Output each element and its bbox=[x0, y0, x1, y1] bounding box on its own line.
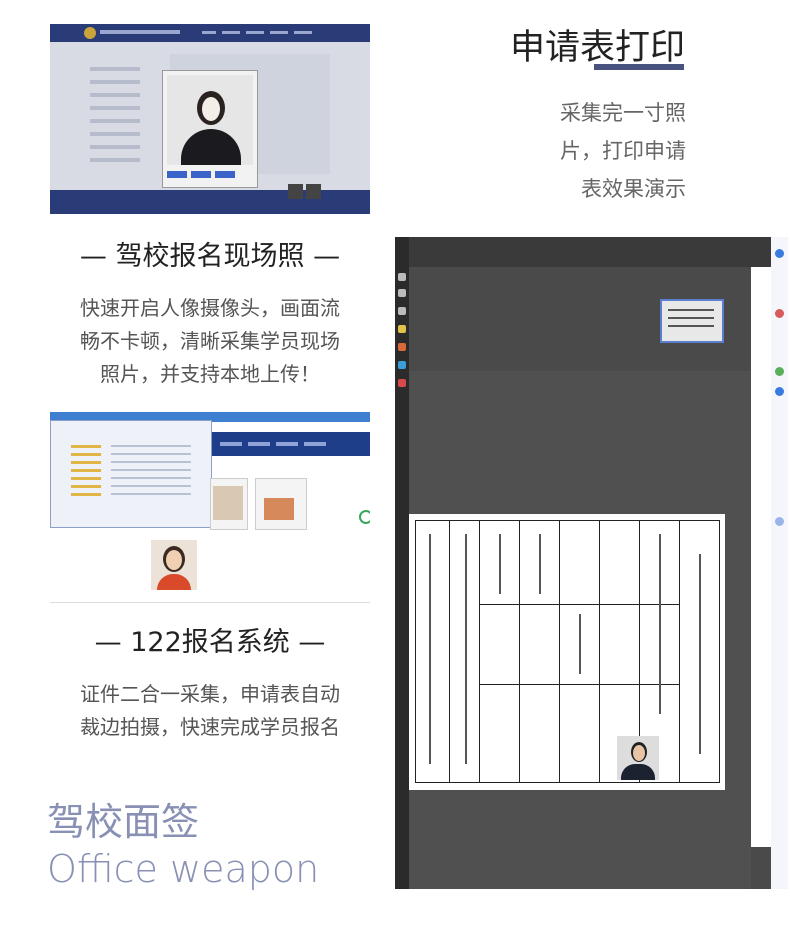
applicant-photo bbox=[617, 736, 659, 780]
brand-name-cn: 驾校面签 bbox=[47, 800, 200, 844]
refresh-icon bbox=[359, 510, 370, 524]
browser-address-bar bbox=[751, 267, 771, 847]
qr-code-icon bbox=[306, 184, 321, 199]
onsite-section-title: — 驾校报名现场照 — bbox=[79, 241, 341, 272]
print-section-desc: 采集完一寸照 片，打印申请 表效果演示 bbox=[560, 101, 686, 201]
browser-right-toolbar bbox=[771, 237, 788, 889]
police-badge-icon bbox=[84, 27, 96, 39]
printed-application-form bbox=[409, 514, 725, 790]
student-portrait bbox=[151, 540, 197, 590]
system-section-desc: 证件二合一采集，申请表自动 裁边拍摄，快速完成学员报名 bbox=[80, 682, 340, 739]
camera-dialog bbox=[162, 70, 258, 188]
page-thumbnail bbox=[660, 299, 724, 343]
browser-left-toolbar bbox=[395, 237, 409, 889]
camera-preview bbox=[167, 75, 253, 165]
application-form-print-screenshot bbox=[395, 237, 788, 889]
portal-footer bbox=[50, 190, 370, 214]
portal-sidebar bbox=[90, 58, 160, 168]
onsite-section-desc: 快速开启人像摄像头，画面流 畅不卡顿，清晰采集学员现场 照片，并支持本地上传！ bbox=[80, 296, 340, 386]
file-open-dialog bbox=[50, 420, 212, 528]
brand-name-en: Office weapon bbox=[47, 847, 320, 891]
camera-capture-screenshot bbox=[50, 24, 370, 214]
qr-code-icon bbox=[288, 184, 303, 199]
registration-system-screenshot bbox=[50, 412, 370, 603]
title-underline bbox=[594, 64, 684, 70]
system-section-title: — 122报名系统 — bbox=[94, 627, 326, 658]
